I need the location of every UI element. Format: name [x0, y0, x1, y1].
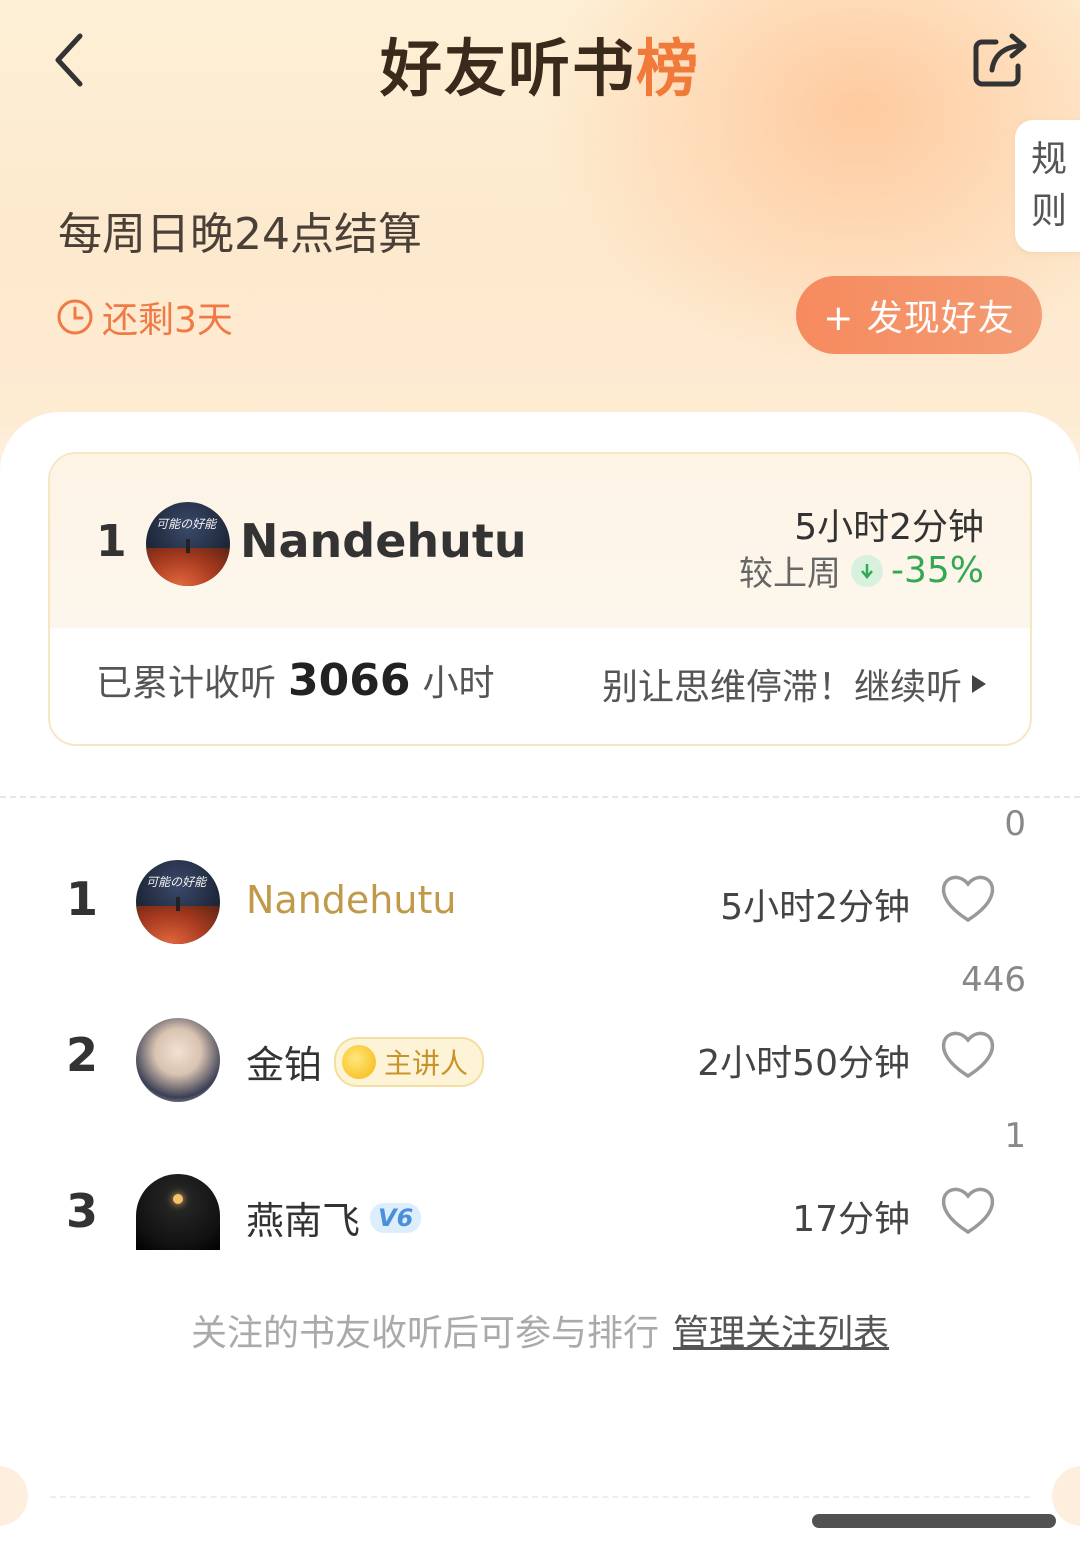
title-accent: 榜	[636, 32, 701, 105]
avatar[interactable]: 可能の好能	[136, 860, 220, 944]
cumulative-hours: 3066	[288, 655, 411, 706]
my-name: Nandehutu	[240, 514, 527, 568]
compare-label: 较上周	[738, 554, 841, 594]
cumulative-unit: 小时	[422, 663, 495, 704]
heart-icon[interactable]	[938, 1182, 998, 1238]
list-item[interactable]: 1 可能の好能 Nandehutu 5小时2分钟 0	[0, 804, 1080, 954]
change-percent: -35%	[890, 550, 984, 591]
like-count: 0	[1004, 804, 1026, 844]
my-rank-card: 1 可能の好能 Nandehutu 5小时2分钟 较上周 -35% 已累计收听 …	[48, 452, 1032, 746]
list-item[interactable]: 3 燕南飞 V6 17分钟 1	[0, 1116, 1080, 1266]
settlement-text: 每周日晚24点结算	[58, 209, 422, 260]
listen-duration: 17分钟	[792, 1199, 910, 1240]
like-count: 1	[1004, 1116, 1026, 1156]
like-count: 446	[961, 960, 1026, 1000]
my-listen-time: 5小时2分钟	[794, 507, 984, 548]
friend-name: Nandehutu	[246, 878, 457, 922]
vip-level-badge: V6	[370, 1202, 422, 1233]
rules-tab[interactable]: 规 则	[1015, 120, 1080, 252]
share-icon[interactable]	[968, 30, 1030, 90]
listen-duration: 2小时50分钟	[697, 1043, 910, 1084]
badge-label: 主讲人	[384, 1046, 469, 1080]
avatar-text: 可能の好能	[156, 517, 217, 532]
manage-follow-list-link[interactable]: 管理关注列表	[673, 1313, 889, 1354]
footer-note: 关注的书友收听后可参与排行	[190, 1313, 659, 1354]
remaining-label: 还剩3天	[102, 300, 233, 341]
avatar[interactable]	[136, 1018, 220, 1102]
continue-listening-link[interactable]: 别让思维停滞！继续听	[602, 658, 986, 710]
friend-name-text: 燕南飞	[246, 1199, 361, 1243]
down-arrow-icon	[850, 554, 883, 587]
rules-label: 规 则	[1031, 139, 1068, 232]
friend-name: 金铂 主讲人	[246, 1034, 485, 1089]
cumulative-listen: 已累计收听 3066 小时	[96, 654, 495, 706]
list-item[interactable]: 2 金铂 主讲人 2小时50分钟 446	[0, 960, 1080, 1110]
discover-friends-button[interactable]: + 发现好友	[796, 276, 1042, 354]
page-title: 好友听书榜	[379, 32, 701, 105]
remaining-time: 还剩3天	[56, 292, 233, 342]
heart-icon[interactable]	[938, 1026, 998, 1082]
avatar[interactable]	[136, 1174, 220, 1250]
heart-icon[interactable]	[938, 870, 998, 926]
avatar-text: 可能の好能	[146, 875, 207, 890]
my-rank-number: 1	[96, 516, 127, 567]
speaker-icon	[342, 1044, 377, 1079]
home-indicator	[812, 1514, 1056, 1528]
rank-number: 2	[66, 1028, 99, 1082]
weekly-change: 较上周 -35%	[739, 546, 984, 595]
ranking-footer: 关注的书友收听后可参与排行 管理关注列表	[0, 1304, 1080, 1356]
rank-number: 1	[66, 872, 99, 926]
friend-name-text: 金铂	[246, 1043, 323, 1087]
cta-label: 别让思维停滞！继续听	[601, 667, 962, 708]
divider	[0, 796, 1080, 798]
friend-name: 燕南飞 V6	[246, 1190, 422, 1245]
play-triangle-icon	[972, 675, 986, 693]
clock-icon	[57, 299, 93, 335]
my-avatar[interactable]: 可能の好能	[146, 502, 230, 586]
listen-duration: 5小时2分钟	[720, 887, 910, 928]
speaker-badge: 主讲人	[334, 1036, 485, 1087]
rank-number: 3	[66, 1184, 99, 1238]
bottom-divider	[50, 1496, 1030, 1498]
cumulative-prefix: 已累计收听	[96, 663, 277, 704]
